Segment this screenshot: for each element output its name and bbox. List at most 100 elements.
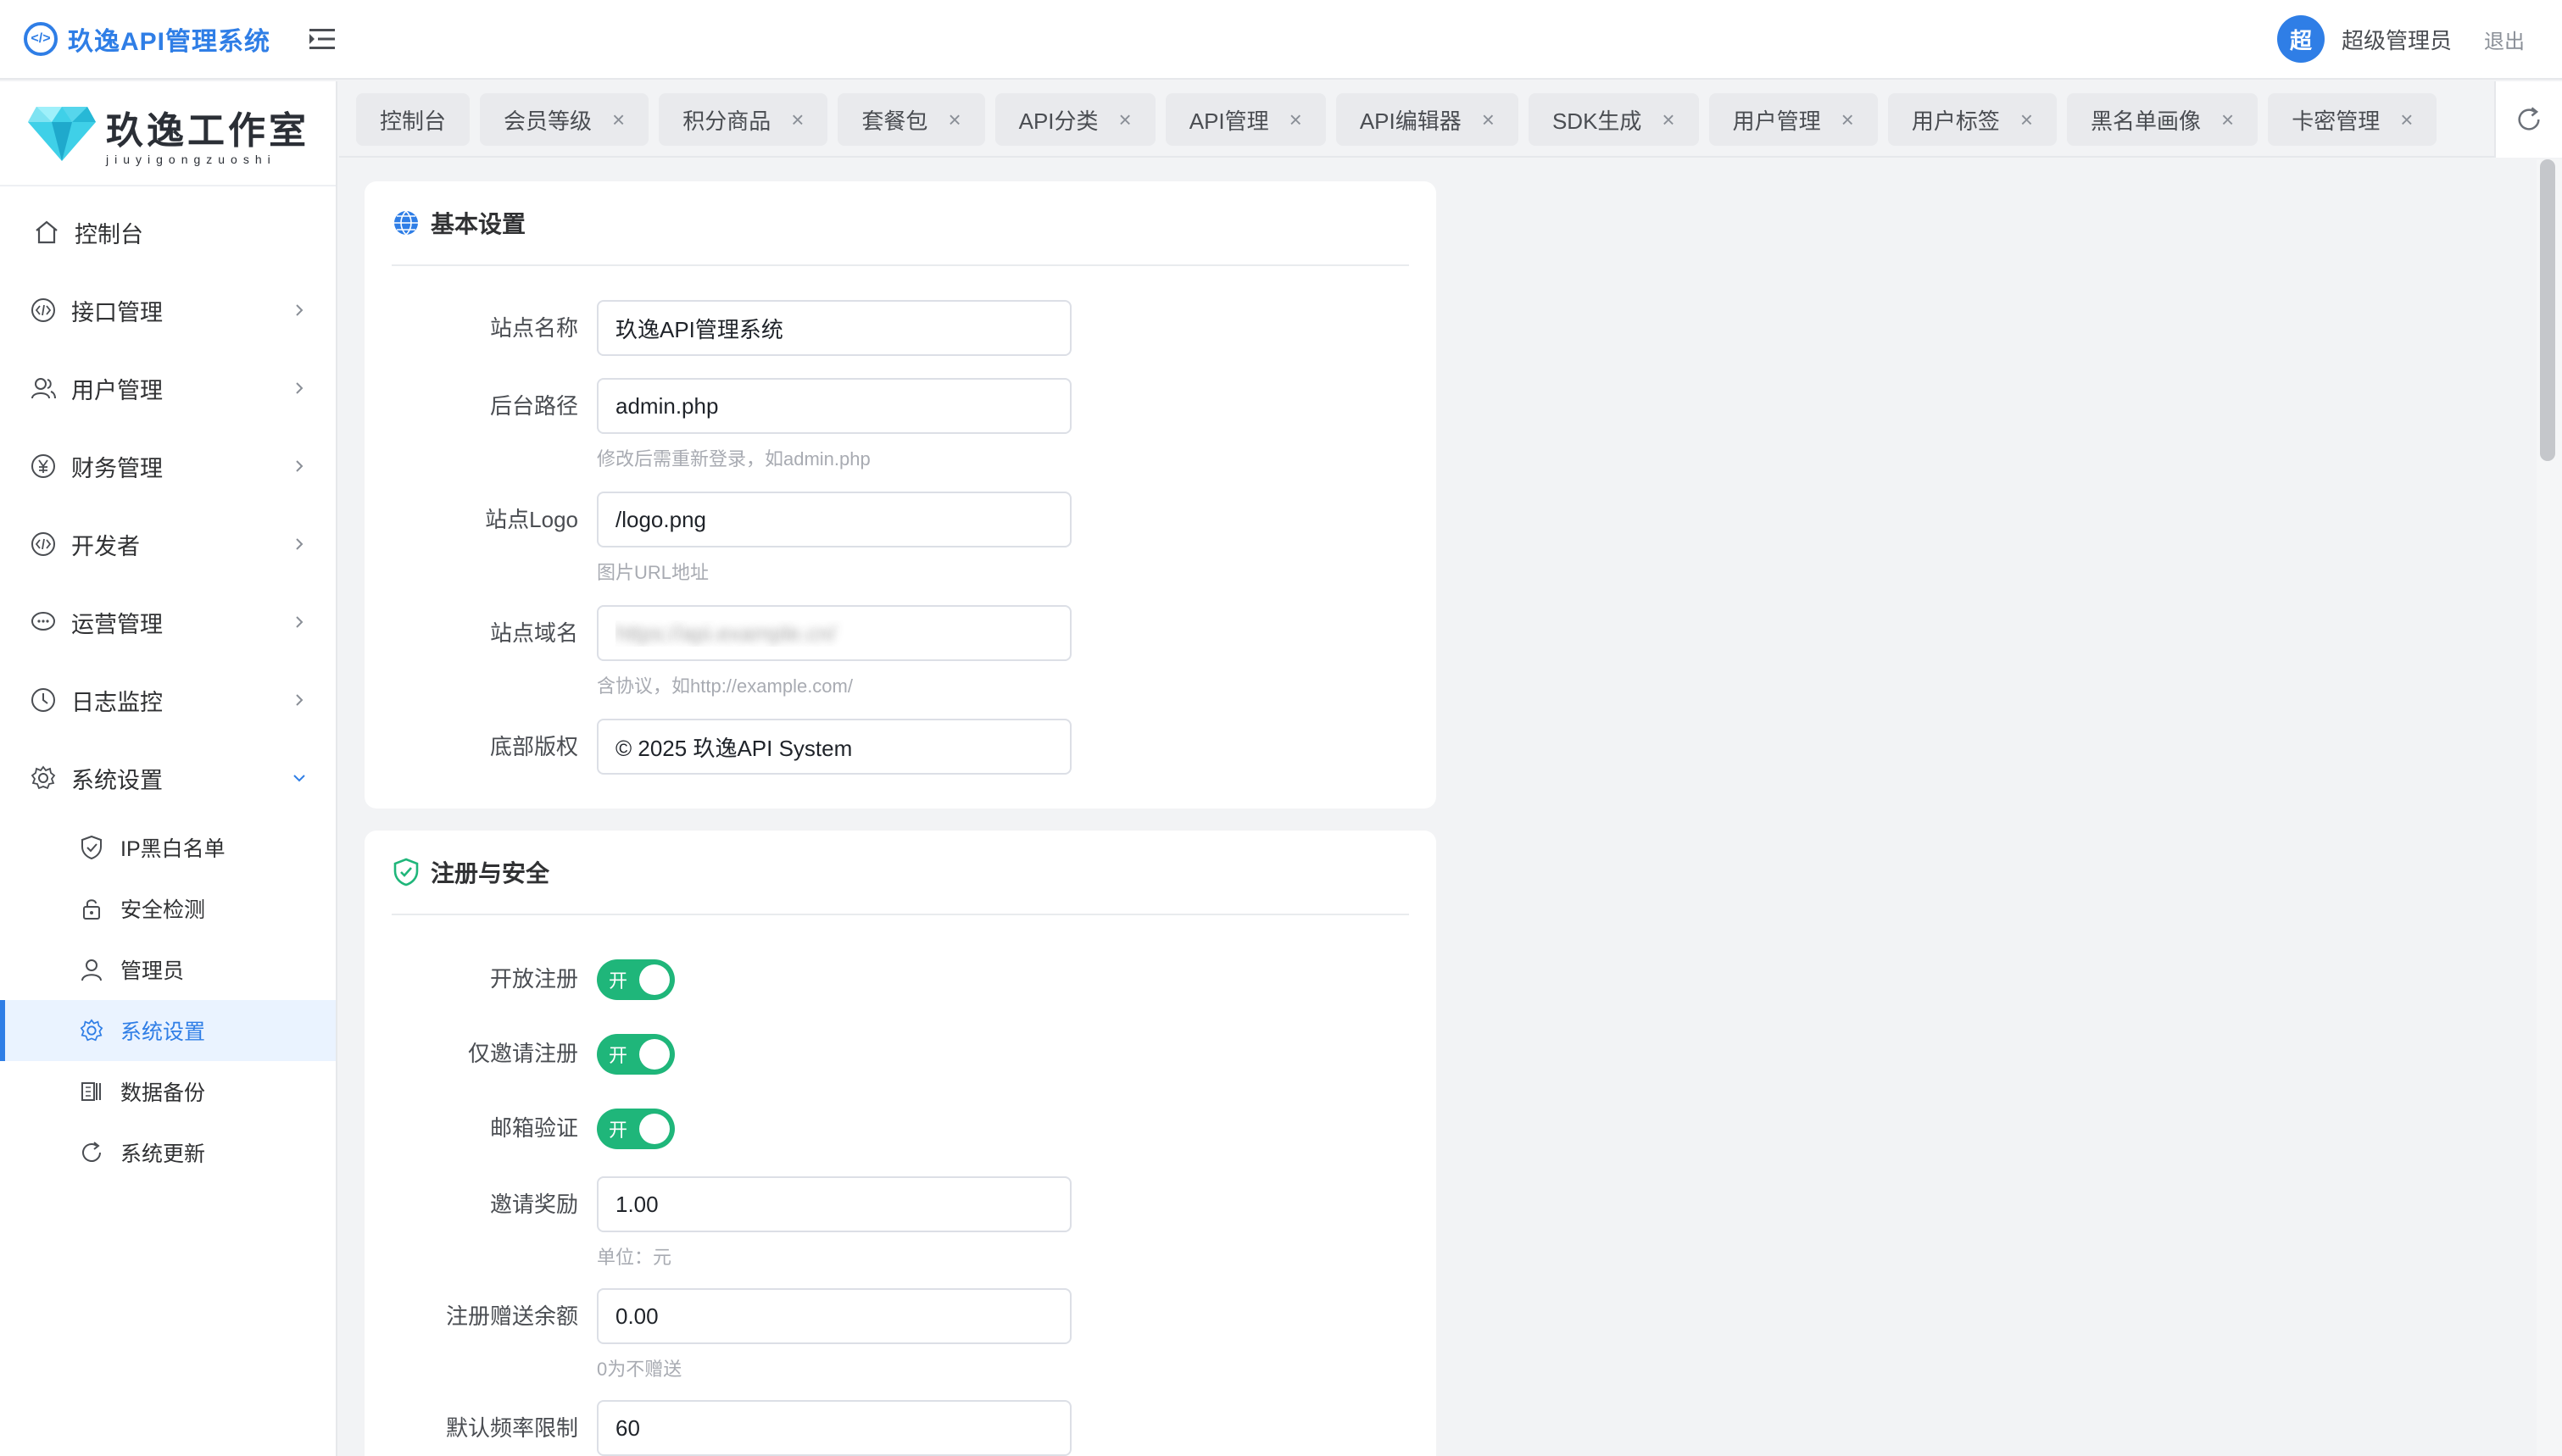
users-icon <box>29 374 58 403</box>
sidebar-subitem-ip-list[interactable]: IP黑白名单 <box>0 817 336 878</box>
sidebar-item-dashboard[interactable]: 控制台 <box>0 193 336 271</box>
sidebar-item-label: 用户管理 <box>71 377 163 403</box>
card-header: 基本设置 <box>392 181 1409 266</box>
tab-label: 黑名单画像 <box>2091 108 2202 134</box>
site-domain-input[interactable] <box>597 605 1072 661</box>
sidebar: 玖逸工作室 jiuyigongzuoshi 控制台 接口管理 用户管理 财务管理… <box>0 81 337 1456</box>
chevron-right-icon <box>296 694 304 706</box>
avatar[interactable]: 超 <box>2276 15 2325 63</box>
form-row: 站点名称 <box>392 300 1409 356</box>
toggle-knob <box>639 1039 670 1070</box>
close-icon[interactable]: × <box>791 107 804 133</box>
invite-only-toggle[interactable]: 开 <box>597 1034 675 1075</box>
sidebar-subitem-system-settings[interactable]: 系统设置 <box>0 1000 336 1061</box>
copyright-input[interactable] <box>597 719 1072 775</box>
card-title: 注册与安全 <box>431 860 550 886</box>
tab-api-category[interactable]: API分类 × <box>994 93 1156 146</box>
basic-settings-card: 基本设置 站点名称 后台路径 修改后需重新登录，如admin.php 站点Log… <box>365 181 1436 809</box>
yen-icon <box>29 452 58 481</box>
tabs-bar: 控制台 会员等级 × 积分商品 × 套餐包 × API分类 × API管理 × API编辑… <box>339 81 2494 158</box>
close-icon[interactable]: × <box>2400 107 2413 133</box>
logout-link[interactable]: 退出 <box>2484 25 2525 54</box>
tab-api-editor[interactable]: API编辑器 × <box>1335 93 1518 146</box>
sidebar-subitem-update[interactable]: 系统更新 <box>0 1122 336 1183</box>
diamond-logo-icon <box>28 107 96 161</box>
close-icon[interactable]: × <box>2020 107 2033 133</box>
email-verify-toggle[interactable]: 开 <box>597 1109 675 1149</box>
brand[interactable]: </> 玖逸API管理系统 <box>24 20 270 58</box>
chevron-right-icon <box>296 538 304 550</box>
form-row: 邀请奖励 单位：元 <box>392 1176 1409 1270</box>
tab-api-management[interactable]: API管理 × <box>1165 93 1326 146</box>
rate-limit-input[interactable] <box>597 1400 1072 1456</box>
tab-dashboard[interactable]: 控制台 <box>356 93 471 146</box>
registration-bonus-label: 注册赠送余额 <box>445 1303 578 1329</box>
sidebar-item-operations[interactable]: 运营管理 <box>0 583 336 661</box>
form-row: 站点Logo 图片URL地址 <box>392 492 1409 585</box>
close-icon[interactable]: × <box>1662 107 1674 133</box>
sidebar-item-system-settings[interactable]: 系统设置 <box>0 739 336 817</box>
sidebar-item-label: 财务管理 <box>71 455 163 481</box>
form-row: 仅邀请注册 开 <box>392 1025 1409 1085</box>
toggle-on-text: 开 <box>609 1045 628 1066</box>
form-row: 后台路径 修改后需重新登录，如admin.php <box>392 378 1409 471</box>
tab-label: 积分商品 <box>682 108 771 134</box>
sidebar-item-user-management[interactable]: 用户管理 <box>0 349 336 427</box>
page-scrollbar[interactable] <box>2537 159 2562 1456</box>
admin-name[interactable]: 超级管理员 <box>2342 24 2452 55</box>
tab-points-goods[interactable]: 积分商品 × <box>659 93 828 146</box>
close-icon[interactable]: × <box>1841 107 1854 133</box>
top-header: </> 玖逸API管理系统 超 超级管理员 退出 <box>0 0 2562 80</box>
close-icon[interactable]: × <box>2221 107 2234 133</box>
toggle-knob <box>639 1114 670 1144</box>
tab-user-tags[interactable]: 用户标签 × <box>1887 93 2058 146</box>
open-registration-toggle[interactable]: 开 <box>597 959 675 1000</box>
logo-subtext: jiuyigongzuoshi <box>106 153 276 166</box>
tab-label: 套餐包 <box>861 108 928 134</box>
admin-path-input[interactable] <box>597 378 1072 434</box>
close-icon[interactable]: × <box>1289 107 1302 133</box>
sidebar-item-developer[interactable]: 开发者 <box>0 505 336 583</box>
sidebar-item-label: 开发者 <box>71 533 140 559</box>
sidebar-item-finance[interactable]: 财务管理 <box>0 427 336 505</box>
tab-card-keys[interactable]: 卡密管理 × <box>2268 93 2437 146</box>
code-icon <box>29 530 58 559</box>
site-logo-input[interactable] <box>597 492 1072 547</box>
scrollbar-thumb[interactable] <box>2540 159 2555 461</box>
close-icon[interactable]: × <box>948 107 961 133</box>
form-row: 站点域名 含协议，如http://example.com/ <box>392 605 1409 698</box>
site-domain-label: 站点域名 <box>489 620 578 646</box>
tab-blacklist-profile[interactable]: 黑名单画像 × <box>2067 93 2258 146</box>
tab-sdk-generate[interactable]: SDK生成 × <box>1528 93 1699 146</box>
registration-security-card: 注册与安全 开放注册 开 仅邀请注册 开 邮箱验证 开 邀请奖励 1.00 单位… <box>365 831 1436 1456</box>
tab-label: 会员等级 <box>504 108 593 134</box>
invite-reward-label: 邀请奖励 <box>489 1192 578 1217</box>
tab-user-management[interactable]: 用户管理 × <box>1708 93 1878 146</box>
site-name-input[interactable] <box>597 300 1072 356</box>
logo-area[interactable]: 玖逸工作室 jiuyigongzuoshi <box>0 81 336 186</box>
tabs-refresh-button[interactable] <box>2494 81 2562 158</box>
email-verify-label: 邮箱验证 <box>489 1115 578 1141</box>
site-logo-hint: 图片URL地址 <box>597 562 710 583</box>
sidebar-subitem-security-check[interactable]: 安全检测 <box>0 878 336 939</box>
sidebar-item-api-management[interactable]: 接口管理 <box>0 271 336 349</box>
close-icon[interactable]: × <box>1119 107 1132 133</box>
tab-label: API管理 <box>1189 108 1269 134</box>
tab-packages[interactable]: 套餐包 × <box>838 93 985 146</box>
admin-path-hint: 修改后需重新登录，如admin.php <box>597 448 871 470</box>
close-icon[interactable]: × <box>612 107 625 133</box>
sidebar-subitem-backup[interactable]: 数据备份 <box>0 1061 336 1122</box>
code-circle-icon: </> <box>24 22 58 56</box>
invite-reward-input[interactable] <box>597 1176 1072 1232</box>
globe-icon <box>394 210 418 236</box>
registration-bonus-input[interactable] <box>597 1288 1072 1344</box>
sidebar-subitem-label: 管理员 <box>120 959 185 983</box>
sidebar-item-label: 运营管理 <box>71 611 163 637</box>
sidebar-item-label: 系统设置 <box>71 767 163 793</box>
close-icon[interactable]: × <box>1482 107 1495 133</box>
backup-icon <box>78 1078 105 1105</box>
tab-member-level[interactable]: 会员等级 × <box>480 93 649 146</box>
sidebar-subitem-admins[interactable]: 管理员 <box>0 939 336 1000</box>
sidebar-item-log-monitor[interactable]: 日志监控 <box>0 661 336 739</box>
menu-collapse-icon[interactable] <box>308 26 337 52</box>
